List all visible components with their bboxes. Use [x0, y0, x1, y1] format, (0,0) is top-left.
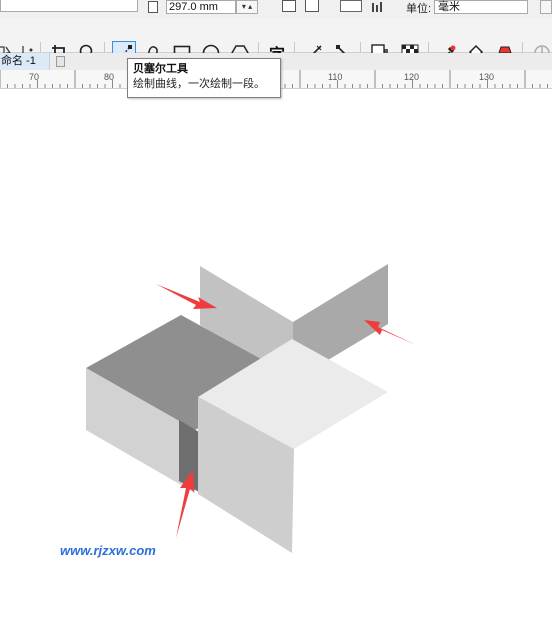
- units-dropdown[interactable]: 毫米: [434, 0, 528, 14]
- new-document-tab-icon[interactable]: [56, 56, 65, 67]
- tooltip-description: 绘制曲线，一次绘制一段。: [133, 78, 265, 90]
- ruler-tick-label: 130: [479, 72, 495, 82]
- toolbox: 字: [0, 18, 552, 65]
- bars-icon: [372, 2, 382, 12]
- property-bar: 297.0 mm ▾ ▴ 单位: 毫米: [0, 0, 552, 19]
- ruler-tick-label: 120: [404, 72, 420, 82]
- all-pages-icon[interactable]: [340, 0, 362, 12]
- ruler-tick-label: 80: [104, 72, 115, 82]
- watermark: www.rjzxw.com: [60, 543, 156, 558]
- units-dropdown-arrow[interactable]: [540, 0, 552, 14]
- current-page-icon[interactable]: [370, 0, 388, 12]
- page-height-icon: [148, 1, 158, 13]
- page-size-dropdown[interactable]: [0, 0, 138, 12]
- page-height-field[interactable]: 297.0 mm: [166, 0, 236, 14]
- units-label: 单位:: [406, 3, 432, 15]
- ruler-tick-label: 110: [328, 72, 343, 82]
- document-tab[interactable]: 命名 -1: [0, 53, 50, 70]
- page-height-spinner[interactable]: ▾ ▴: [236, 0, 258, 14]
- bezier-tool-tooltip: 贝塞尔工具 绘制曲线，一次绘制一段。: [127, 58, 281, 98]
- ruler-tick-label: 70: [29, 72, 40, 82]
- portrait-icon[interactable]: [282, 0, 296, 12]
- landscape-icon[interactable]: [305, 0, 319, 12]
- tooltip-title: 贝塞尔工具: [133, 63, 188, 75]
